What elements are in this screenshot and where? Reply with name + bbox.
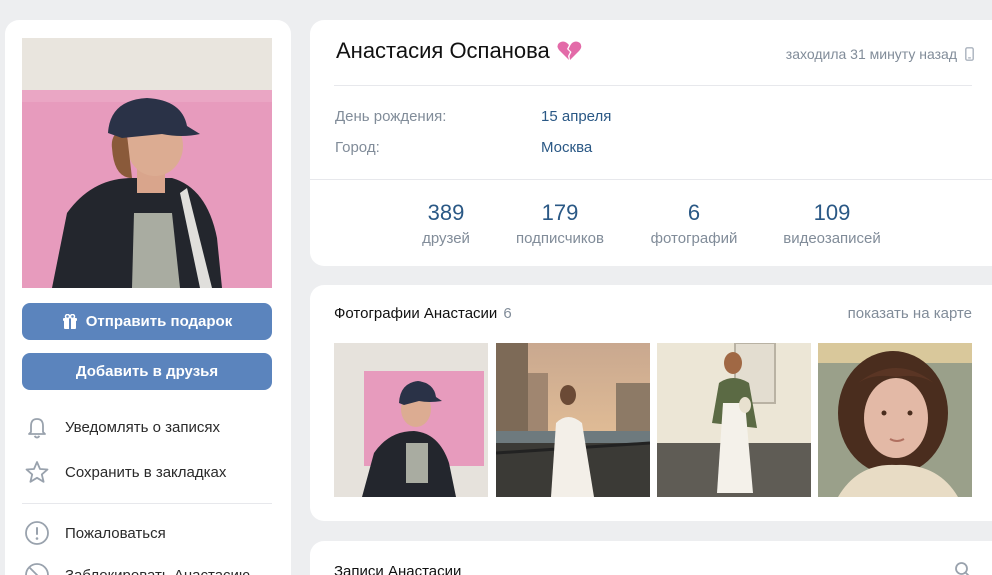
birthday-label: День рождения: <box>335 108 447 125</box>
last-seen-text: заходила 31 минуту назад <box>785 46 957 62</box>
photos-title[interactable]: Фотографии Анастасии 6 <box>334 305 512 322</box>
broken-heart-icon <box>557 41 582 60</box>
counter-photos-label: фотографий <box>650 230 738 247</box>
counter-friends-label: друзей <box>422 230 470 247</box>
counter-videos[interactable]: 109 видеозаписей <box>772 200 892 247</box>
star-icon <box>25 461 49 483</box>
counter-friends-number: 389 <box>427 200 465 225</box>
photos-title-text: Фотографии Анастасии <box>334 305 498 322</box>
report-label: Пожаловаться <box>65 524 166 542</box>
photo-thumb-4[interactable] <box>818 343 972 497</box>
block-label: Заблокировать Анастасию <box>65 566 251 575</box>
counter-followers-label: подписчиков <box>516 230 604 247</box>
block-action[interactable]: Заблокировать Анастасию <box>23 560 250 575</box>
counter-videos-label: видеозаписей <box>783 230 881 247</box>
city-label: Город: <box>335 139 380 156</box>
send-gift-button[interactable]: Отправить подарок <box>22 303 272 340</box>
alert-icon <box>25 521 49 545</box>
counter-followers[interactable]: 179 подписчиков <box>505 200 615 247</box>
actions-divider <box>22 503 272 504</box>
city-value[interactable]: Москва <box>541 139 592 156</box>
notify-posts-action[interactable]: Уведомлять о записях <box>23 412 220 442</box>
add-friend-label: Добавить в друзья <box>75 363 219 380</box>
birthday-value[interactable]: 15 апреля <box>541 108 611 125</box>
send-gift-label: Отправить подарок <box>85 313 233 330</box>
photo-thumb-1[interactable] <box>334 343 488 497</box>
photo-thumb-3[interactable] <box>657 343 811 497</box>
counter-friends[interactable]: 389 друзей <box>408 200 484 247</box>
bell-icon <box>28 418 46 439</box>
profile-sidebar-card: Отправить подарок Добавить в друзья Увед… <box>5 20 291 575</box>
counter-photos-number: 6 <box>687 200 701 225</box>
last-seen-status: заходила 31 минуту назад <box>786 46 974 62</box>
photos-card: Фотографии Анастасии 6 показать на карте <box>310 285 992 521</box>
photo-thumb-2[interactable] <box>496 343 650 497</box>
counter-followers-number: 179 <box>541 200 579 225</box>
add-friend-button[interactable]: Добавить в друзья <box>22 353 272 390</box>
search-icon[interactable] <box>954 561 972 575</box>
profile-name: Анастасия Оспанова <box>336 38 582 64</box>
profile-name-text: Анастасия Оспанова <box>336 38 550 63</box>
gift-icon <box>62 313 77 329</box>
report-action[interactable]: Пожаловаться <box>23 518 166 548</box>
counter-photos[interactable]: 6 фотографий <box>640 200 748 247</box>
bookmark-action[interactable]: Сохранить в закладках <box>23 457 226 487</box>
profile-avatar[interactable] <box>22 38 272 288</box>
bookmark-label: Сохранить в закладках <box>65 463 227 481</box>
profile-info-card: Анастасия Оспанова заходила 31 минуту на… <box>310 20 992 266</box>
counter-videos-number: 109 <box>813 200 851 225</box>
notify-posts-label: Уведомлять о записях <box>65 418 220 436</box>
phone-icon <box>965 47 974 61</box>
counters-divider <box>310 179 992 180</box>
header-divider <box>334 85 972 86</box>
posts-card: Записи Анастасии <box>310 541 992 575</box>
photos-count: 6 <box>503 305 512 322</box>
show-on-map-link[interactable]: показать на карте <box>848 305 972 322</box>
block-icon <box>25 563 49 575</box>
posts-title[interactable]: Записи Анастасии <box>334 563 461 575</box>
